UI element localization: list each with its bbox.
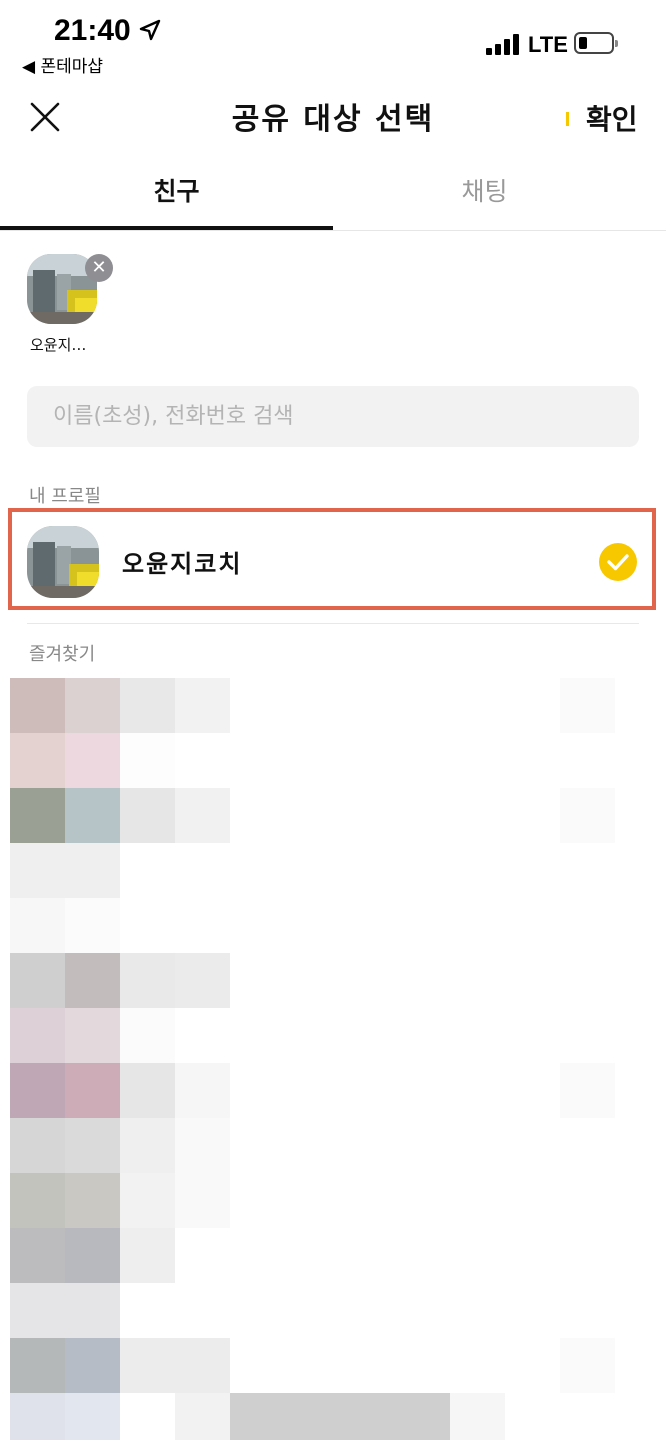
my-profile-row[interactable]	[10, 510, 655, 610]
signal-strength-icon	[486, 33, 520, 55]
battery-icon	[574, 32, 618, 54]
tab-divider	[0, 230, 666, 231]
favorites-section-label: 즐겨찾기	[29, 644, 96, 665]
back-to-app-link[interactable]: ◀ 폰테마샵	[22, 52, 103, 77]
section-divider	[27, 623, 639, 624]
my-profile-section-label: 내 프로필	[29, 486, 101, 507]
selected-chip-name: 오윤지…	[30, 336, 87, 354]
location-arrow-icon	[139, 19, 161, 41]
search-input[interactable]	[27, 386, 633, 447]
avatar	[27, 526, 99, 598]
tab-chats[interactable]: 채팅	[318, 172, 651, 208]
blurred-favorites-list	[0, 678, 666, 1440]
search-box	[27, 386, 639, 447]
profile-name: 오윤지코치	[122, 550, 243, 578]
status-time: 21:40	[54, 14, 131, 47]
confirm-button[interactable]: 확인	[586, 98, 638, 138]
tab-friends[interactable]: 친구	[10, 172, 343, 208]
confirm-indicator	[566, 112, 569, 126]
checkmark-icon[interactable]	[599, 543, 637, 581]
network-type: LTE	[528, 32, 568, 57]
remove-selection-button[interactable]: ✕	[85, 254, 113, 282]
